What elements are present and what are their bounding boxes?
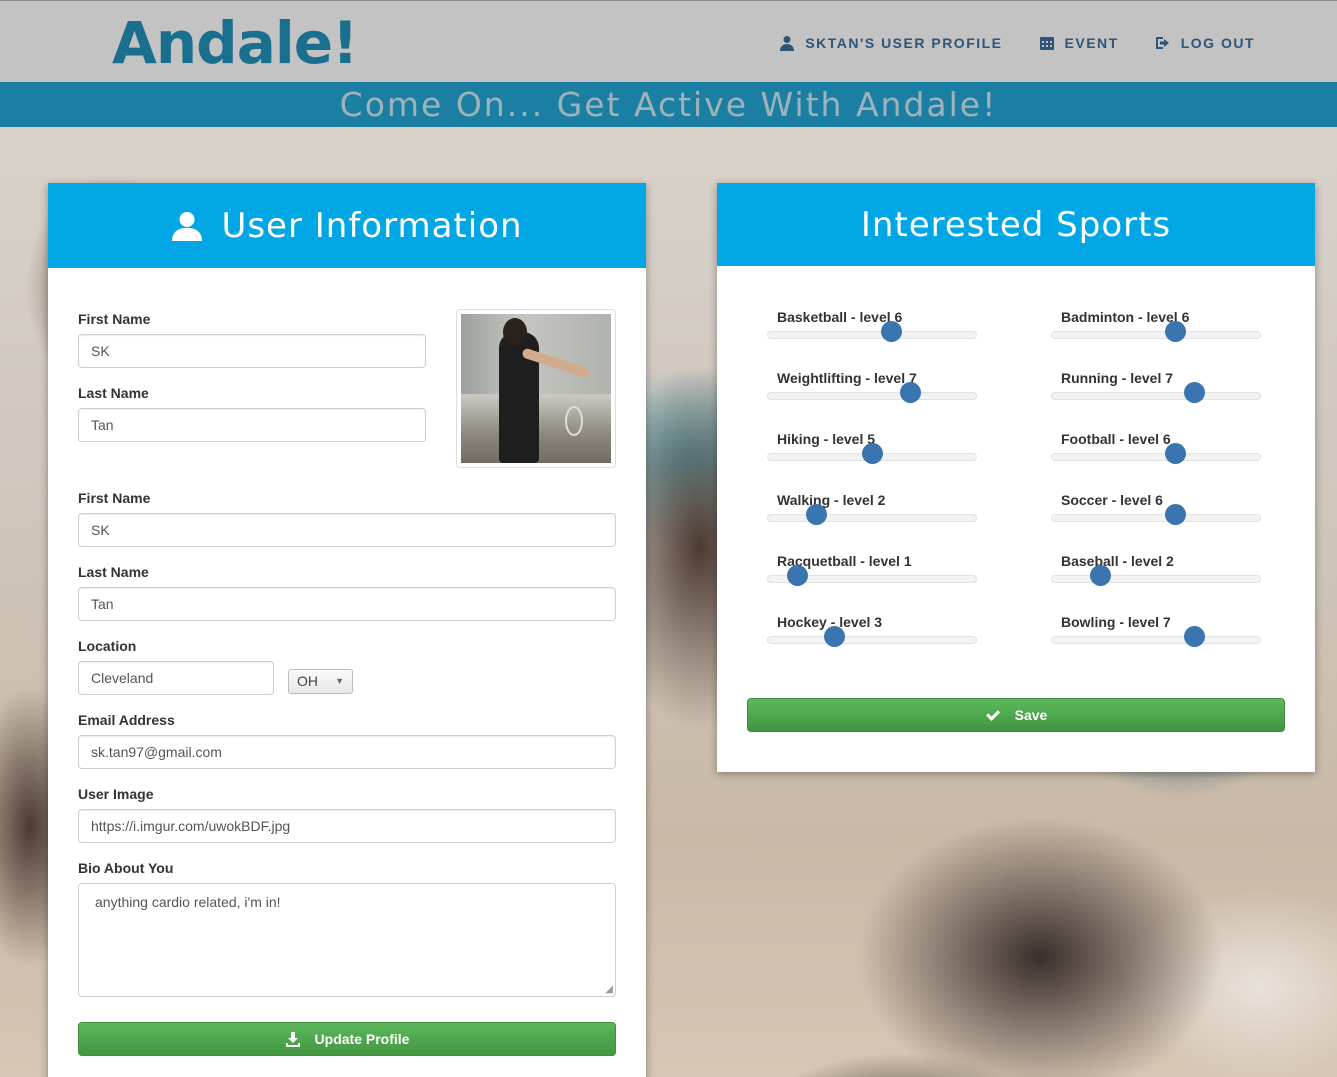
caret-down-icon: ▼ bbox=[335, 676, 344, 686]
update-profile-button[interactable]: Update Profile bbox=[78, 1022, 616, 1056]
sport-level-label: Football - level 6 bbox=[1061, 431, 1171, 447]
state-select[interactable]: OH ▼ bbox=[288, 669, 353, 694]
nav-menu: SKTAN's USER PROFILE EVENT LOG OUT bbox=[779, 35, 1255, 51]
save-label: Save bbox=[1014, 707, 1048, 723]
user-image-input[interactable]: https://i.imgur.com/uwokBDF.jpg bbox=[78, 809, 616, 843]
slider-thumb[interactable] bbox=[1164, 504, 1186, 525]
sport-slider-running: Running - level 7 bbox=[1051, 370, 1261, 420]
nav-logout[interactable]: LOG OUT bbox=[1155, 35, 1255, 51]
slider-track[interactable] bbox=[767, 331, 977, 339]
tagline-text: Come On... Get Active With Andale! bbox=[339, 85, 998, 124]
sport-level-label: Soccer - level 6 bbox=[1061, 492, 1163, 508]
interested-sports-panel: Interested Sports Basketball - level 6 Ba… bbox=[717, 183, 1315, 772]
sport-level-label: Walking - level 2 bbox=[777, 492, 886, 508]
sport-slider-hiking: Hiking - level 5 bbox=[767, 431, 977, 481]
top-navbar: Andale! SKTAN's USER PROFILE EVENT LOG O… bbox=[0, 0, 1337, 82]
nav-event[interactable]: EVENT bbox=[1039, 35, 1119, 51]
slider-track[interactable] bbox=[1051, 514, 1261, 522]
slider-track[interactable] bbox=[1051, 331, 1261, 339]
sport-level-label: Hiking - level 5 bbox=[777, 431, 876, 447]
slider-track[interactable] bbox=[767, 636, 977, 644]
user-icon bbox=[780, 36, 795, 51]
first-name-input[interactable]: SK bbox=[78, 513, 616, 547]
interested-sports-header: Interested Sports bbox=[717, 183, 1315, 266]
sport-slider-basketball: Basketball - level 6 bbox=[767, 309, 977, 359]
slider-track[interactable] bbox=[1051, 575, 1261, 583]
top-first-name-input[interactable]: SK bbox=[78, 334, 426, 368]
sport-slider-racquetball: Racquetball - level 1 bbox=[767, 553, 977, 603]
slider-track[interactable] bbox=[1051, 392, 1261, 400]
save-button[interactable]: Save bbox=[747, 698, 1285, 732]
checkmark-icon bbox=[985, 710, 1000, 721]
sport-slider-hockey: Hockey - level 3 bbox=[767, 614, 977, 664]
user-icon bbox=[172, 211, 203, 241]
slider-track[interactable] bbox=[1051, 636, 1261, 644]
nav-user-profile[interactable]: SKTAN's USER PROFILE bbox=[779, 35, 1002, 51]
sport-level-label: Running - level 7 bbox=[1061, 370, 1174, 386]
last-name-label: Last Name bbox=[78, 564, 149, 580]
user-avatar-photo bbox=[456, 309, 616, 468]
sport-slider-baseball: Baseball - level 2 bbox=[1051, 553, 1261, 603]
tagline-banner: Come On... Get Active With Andale! bbox=[0, 82, 1337, 127]
resize-grip-icon[interactable]: ◢ bbox=[605, 984, 613, 995]
sport-level-label: Basketball - level 6 bbox=[777, 309, 903, 325]
nav-user-profile-label: SKTAN's USER PROFILE bbox=[805, 35, 1003, 51]
sport-level-label: Baseball - level 2 bbox=[1061, 553, 1174, 569]
sport-slider-bowling: Bowling - level 7 bbox=[1051, 614, 1261, 664]
download-icon bbox=[285, 1032, 300, 1047]
slider-thumb[interactable] bbox=[880, 321, 902, 342]
nav-logout-label: LOG OUT bbox=[1180, 35, 1255, 51]
logout-icon bbox=[1155, 37, 1169, 49]
slider-thumb[interactable] bbox=[862, 443, 883, 464]
location-label: Location bbox=[78, 638, 137, 654]
email-label: Email Address bbox=[78, 712, 175, 728]
slider-thumb[interactable] bbox=[1089, 565, 1111, 586]
first-name-label: First Name bbox=[78, 490, 151, 506]
sport-level-label: Weightlifting - level 7 bbox=[777, 370, 917, 386]
bio-label: Bio About You bbox=[78, 860, 174, 876]
slider-track[interactable] bbox=[1051, 453, 1261, 461]
nav-event-label: EVENT bbox=[1064, 35, 1119, 51]
slider-thumb[interactable] bbox=[1183, 626, 1205, 647]
sport-slider-weightlifting: Weightlifting - level 7 bbox=[767, 370, 977, 420]
sport-slider-badminton: Badminton - level 6 bbox=[1051, 309, 1261, 359]
sport-slider-walking: Walking - level 2 bbox=[767, 492, 977, 542]
interested-sports-title: Interested Sports bbox=[860, 204, 1172, 245]
bio-text: anything cardio related, i'm in! bbox=[95, 894, 281, 910]
slider-thumb[interactable] bbox=[805, 504, 827, 525]
top-last-name-input[interactable]: Tan bbox=[78, 408, 426, 442]
state-select-value: OH bbox=[297, 673, 318, 689]
sport-level-label: Bowling - level 7 bbox=[1061, 614, 1171, 630]
slider-track[interactable] bbox=[767, 392, 977, 400]
sport-slider-soccer: Soccer - level 6 bbox=[1051, 492, 1261, 542]
update-profile-label: Update Profile bbox=[314, 1031, 410, 1047]
slider-thumb[interactable] bbox=[1164, 321, 1186, 342]
city-input[interactable]: Cleveland bbox=[78, 661, 274, 695]
last-name-input[interactable]: Tan bbox=[78, 587, 616, 621]
calendar-icon bbox=[1039, 37, 1054, 50]
slider-thumb[interactable] bbox=[899, 382, 921, 403]
user-information-title: User Information bbox=[221, 205, 523, 246]
sport-slider-football: Football - level 6 bbox=[1051, 431, 1261, 481]
slider-thumb[interactable] bbox=[1183, 382, 1205, 403]
email-input[interactable]: sk.tan97@gmail.com bbox=[78, 735, 616, 769]
slider-thumb[interactable] bbox=[786, 565, 808, 586]
app-logo[interactable]: Andale! bbox=[112, 9, 359, 77]
user-information-header: User Information bbox=[48, 183, 646, 268]
slider-thumb[interactable] bbox=[1164, 443, 1186, 464]
top-last-name-label: Last Name bbox=[78, 385, 149, 401]
user-image-label: User Image bbox=[78, 786, 154, 802]
slider-track[interactable] bbox=[767, 514, 977, 522]
bio-textarea[interactable]: anything cardio related, i'm in! ◢ bbox=[78, 883, 616, 997]
top-first-name-label: First Name bbox=[78, 311, 151, 327]
user-information-panel: User Information First Name SK Last Name… bbox=[48, 183, 646, 1077]
